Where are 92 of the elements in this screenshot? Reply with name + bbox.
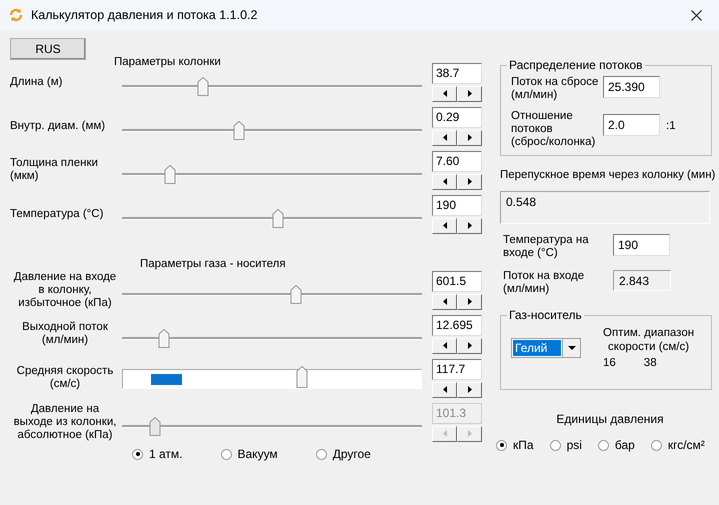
- decrement-button[interactable]: [432, 130, 457, 146]
- increment-button[interactable]: [457, 218, 482, 234]
- section-title: Параметры колонки: [114, 56, 221, 68]
- parameter-label: Давление на входе в колонку, избыточное (кПа): [12, 270, 118, 310]
- parameter-label: Выходной поток (мл/мин): [21, 321, 109, 347]
- slider[interactable]: [122, 369, 422, 389]
- parameter-label: Средняя скорость (см/с): [16, 365, 114, 391]
- slider[interactable]: [122, 206, 422, 230]
- window-title: Калькулятор давления и потока 1.1.0.2: [31, 8, 258, 22]
- inlet-flow-field: 2.843: [613, 270, 671, 291]
- slider-thumb[interactable]: [296, 366, 308, 388]
- increment-button[interactable]: [457, 174, 482, 190]
- left-arrow-icon: [442, 386, 446, 393]
- range-band: [151, 374, 182, 385]
- radio-option[interactable]: кПа: [496, 438, 534, 452]
- value-field[interactable]: 117.7: [432, 358, 482, 380]
- split-flow-field[interactable]: 25.390: [603, 76, 660, 98]
- left-arrow-icon: [442, 298, 446, 305]
- gas-dropdown[interactable]: Гелий: [511, 338, 581, 358]
- decrement-button[interactable]: [432, 294, 457, 310]
- right-arrow-icon: [468, 178, 472, 185]
- slider-thumb[interactable]: [272, 209, 284, 228]
- slider[interactable]: [122, 326, 422, 350]
- inlet-temperature-field[interactable]: 190: [613, 234, 670, 256]
- holdup-time-field: 0.548: [500, 191, 710, 224]
- range-max: 38: [644, 357, 657, 369]
- group-title: Газ-носитель: [508, 308, 583, 322]
- left-arrow-icon: [442, 342, 446, 349]
- radio-option[interactable]: бар: [598, 438, 635, 452]
- field-label: Поток на входе (мл/мин): [502, 270, 586, 296]
- value-field[interactable]: 601.5: [432, 270, 482, 292]
- field-label: Поток на сбросе (мл/мин): [511, 76, 599, 102]
- decrement-button[interactable]: [432, 174, 457, 190]
- parameter-label: Давление на выходе из колонки, абсолютное (кПа): [12, 402, 118, 442]
- increment-button[interactable]: [457, 294, 482, 310]
- slider[interactable]: [122, 118, 422, 142]
- right-arrow-icon: [468, 222, 472, 229]
- field-label: Температура на входе (°C): [502, 234, 590, 260]
- slider-thumb[interactable]: [234, 121, 244, 140]
- range-label: Оптим. диапазон скорости (см/с): [603, 326, 694, 354]
- section-title: Единицы давления: [555, 412, 665, 426]
- parameter-label: Температура (°C): [10, 208, 104, 220]
- slider[interactable]: [122, 162, 422, 186]
- slider-thumb[interactable]: [158, 329, 170, 348]
- value-field[interactable]: 7.60: [432, 150, 482, 172]
- right-arrow-icon: [468, 134, 472, 141]
- slider[interactable]: [122, 282, 422, 306]
- field-label: Отношение потоков (сброс/колонка): [511, 110, 596, 149]
- right-arrow-icon: [468, 298, 472, 305]
- right-arrow-icon: [468, 342, 472, 349]
- increment-button[interactable]: [457, 338, 482, 354]
- radio-option[interactable]: Другое: [316, 447, 371, 461]
- parameter-label: Внутр. диам. (мм): [10, 120, 106, 132]
- decrement-button[interactable]: [432, 338, 457, 354]
- radio-option[interactable]: 1 атм.: [132, 447, 182, 461]
- increment-button[interactable]: [457, 382, 482, 398]
- right-arrow-icon: [468, 90, 472, 97]
- app-icon: [8, 7, 24, 23]
- value-field[interactable]: 0.29: [432, 106, 482, 128]
- decrement-button[interactable]: [432, 218, 457, 234]
- group-title: Распределение потоков: [508, 58, 644, 72]
- range-min: 16: [603, 357, 616, 369]
- slider-thumb[interactable]: [164, 165, 176, 184]
- slider[interactable]: [122, 74, 422, 98]
- increment-button[interactable]: [457, 86, 482, 102]
- value-field[interactable]: 38.7: [432, 62, 482, 84]
- left-arrow-icon: [442, 222, 446, 229]
- language-button[interactable]: RUS: [10, 38, 86, 60]
- close-icon: [690, 10, 702, 20]
- slider-thumb[interactable]: [198, 77, 208, 96]
- left-arrow-icon: [442, 90, 446, 97]
- left-arrow-icon: [442, 430, 446, 437]
- right-arrow-icon: [468, 430, 472, 437]
- value-field[interactable]: 190: [432, 194, 482, 216]
- split-ratio-field[interactable]: 2.0: [603, 114, 660, 136]
- ratio-suffix: :1: [666, 120, 676, 132]
- left-arrow-icon: [442, 134, 446, 141]
- left-arrow-icon: [442, 178, 446, 185]
- value-field[interactable]: 12.695: [432, 314, 482, 336]
- dropdown-button[interactable]: [562, 339, 580, 357]
- caret-icon: [568, 346, 576, 350]
- increment-button[interactable]: [457, 130, 482, 146]
- parameter-label: Толщина пленки (мкм): [10, 157, 99, 183]
- decrement-button[interactable]: [432, 382, 457, 398]
- right-arrow-icon: [468, 386, 472, 393]
- section-title: Параметры газа - носителя: [140, 258, 286, 270]
- parameter-label: Длина (м): [10, 76, 64, 88]
- radio-option[interactable]: psi: [550, 438, 582, 452]
- decrement-button[interactable]: [432, 86, 457, 102]
- radio-option[interactable]: Вакуум: [220, 447, 278, 461]
- radio-option[interactable]: кгс/см²: [650, 438, 705, 452]
- slider-thumb[interactable]: [290, 285, 302, 304]
